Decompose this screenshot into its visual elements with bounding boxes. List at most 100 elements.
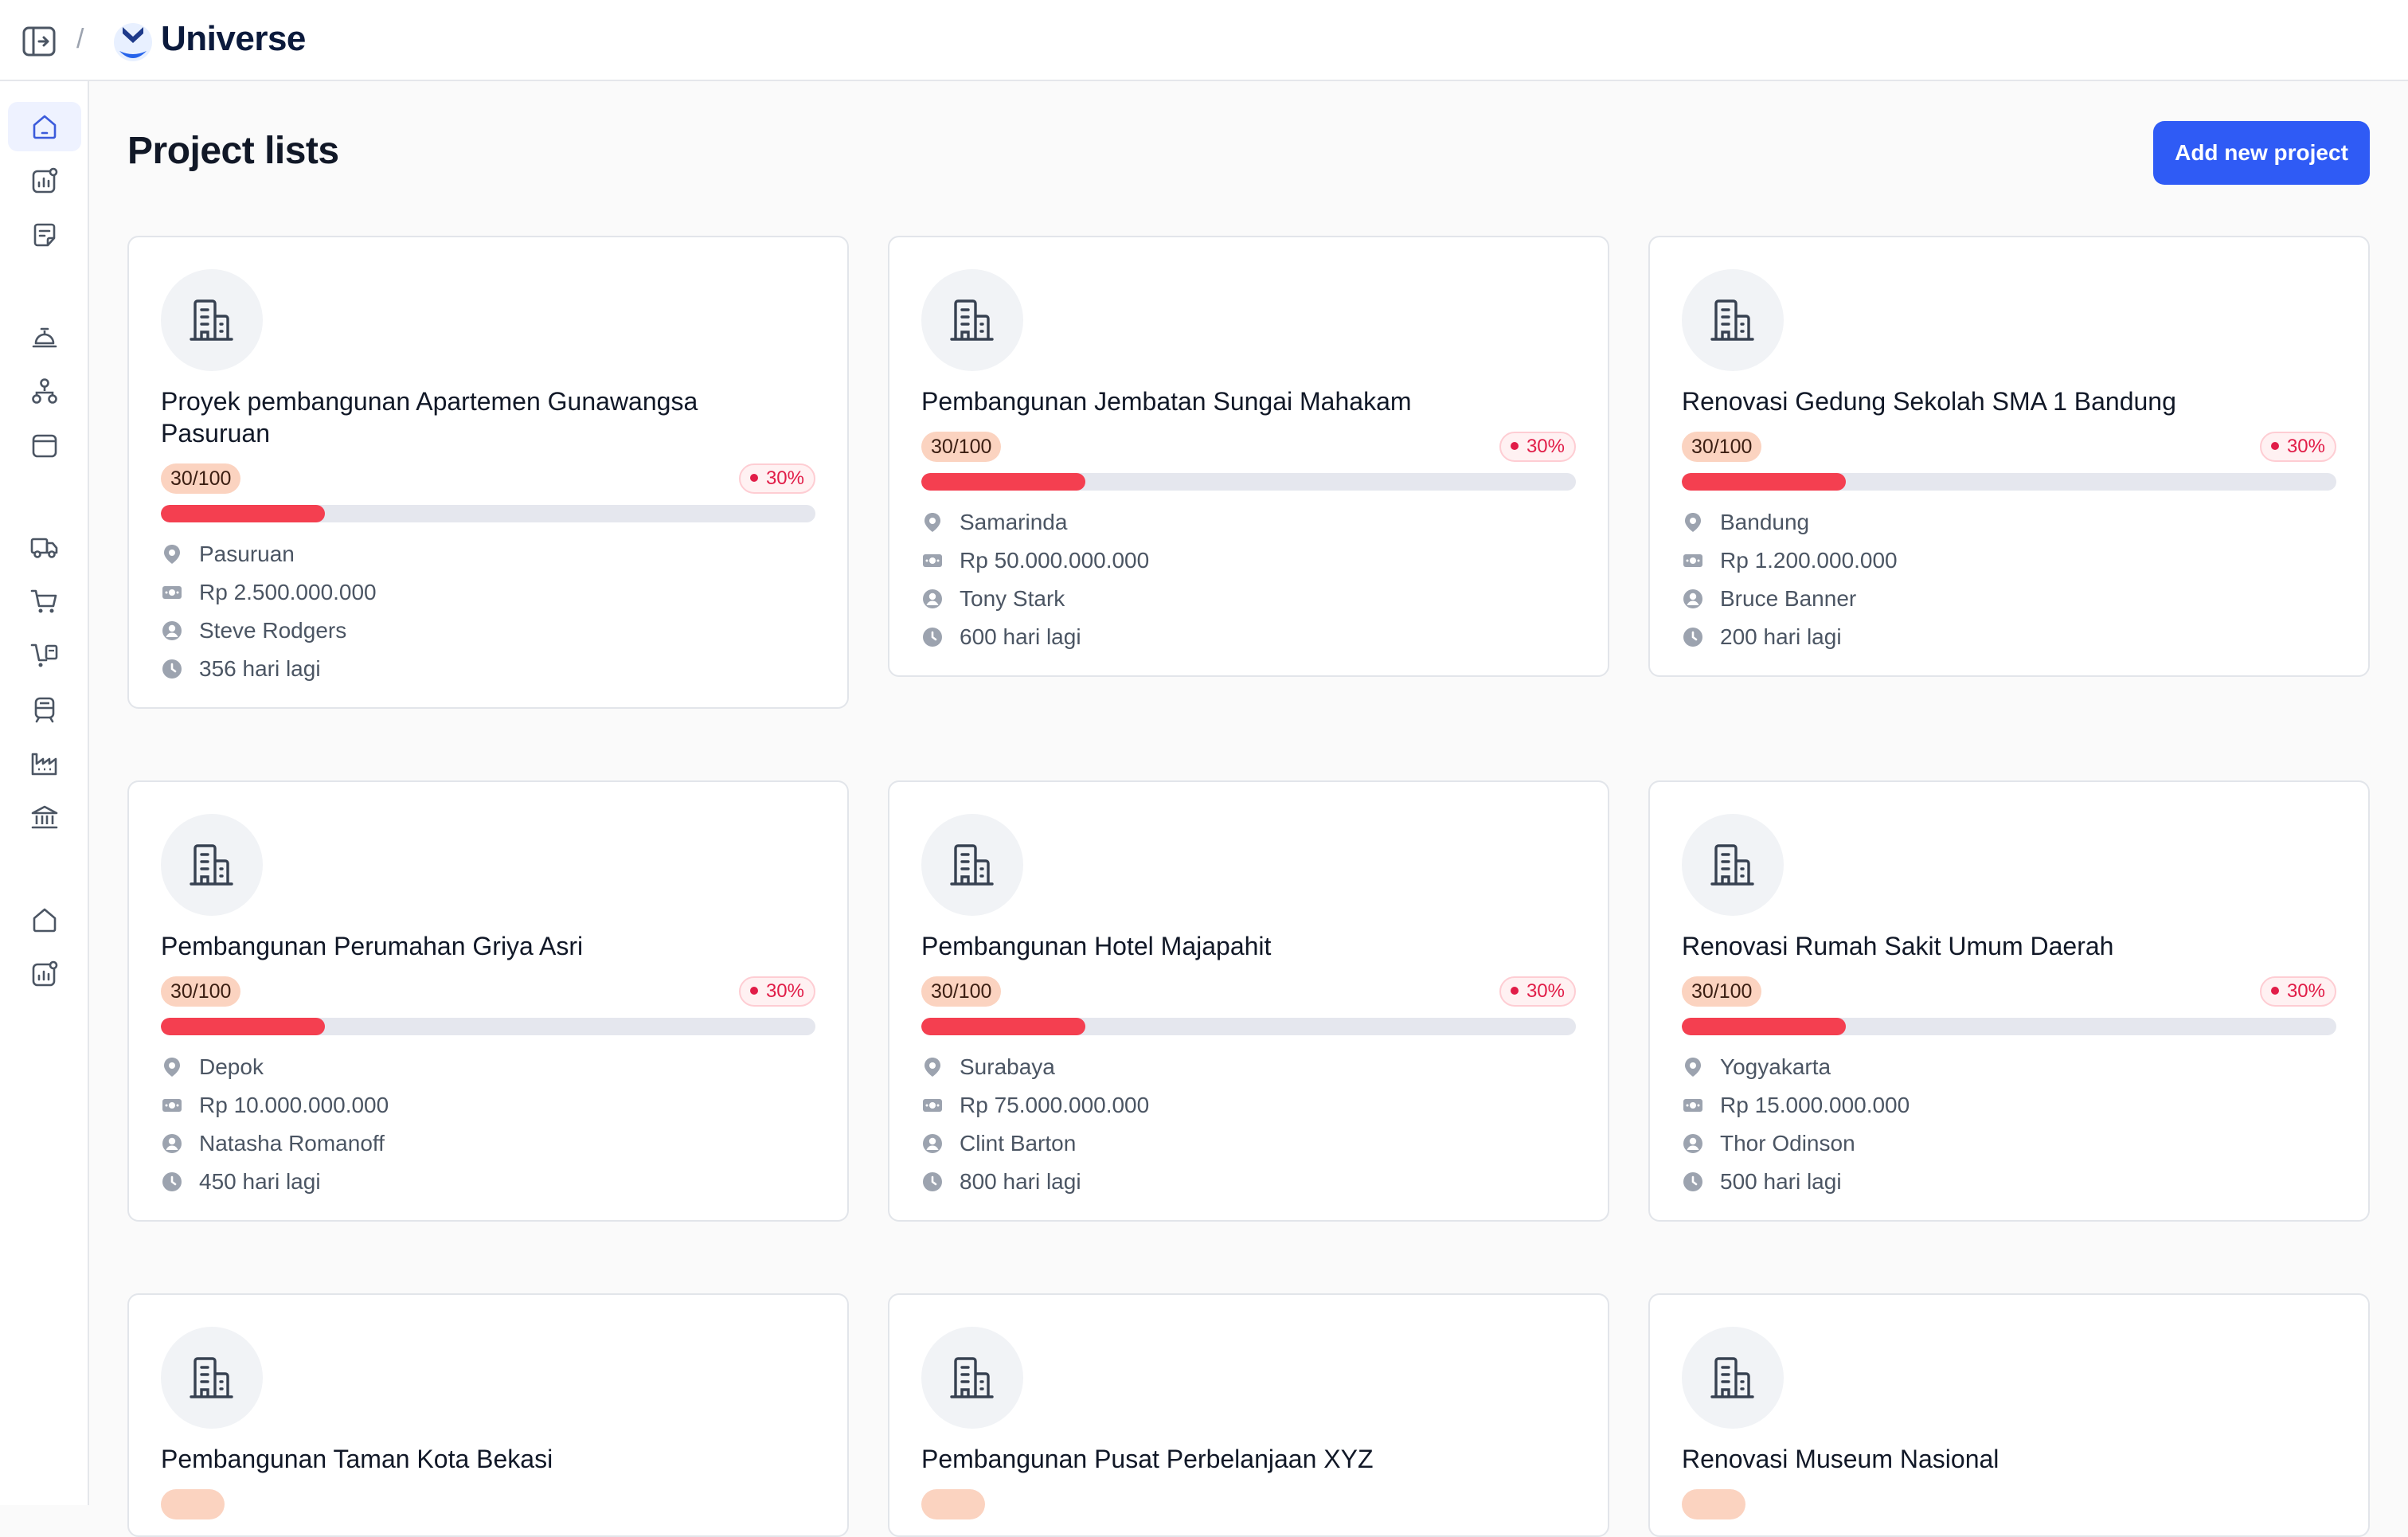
project-budget-text: Rp 10.000.000.000 — [199, 1093, 389, 1117]
project-icon-wrap — [1682, 814, 1784, 916]
project-manager: Natasha Romanoff — [161, 1129, 385, 1158]
brand-name[interactable]: Universe — [161, 19, 306, 59]
score-badge: 30/100 — [161, 976, 241, 1007]
percent-label: 30% — [2286, 436, 2325, 457]
sidebar-item-organization[interactable] — [8, 366, 81, 416]
project-budget-text: Rp 2.500.000.000 — [199, 580, 377, 604]
sidebar-item-delivery[interactable] — [8, 522, 81, 572]
percent-label: 30% — [765, 467, 804, 489]
project-title[interactable]: Proyek pembangunan Apartemen Gunawangsa … — [161, 385, 814, 449]
building-icon — [950, 844, 994, 886]
sidebar-item-notes[interactable] — [8, 210, 81, 260]
universe-logo-icon[interactable] — [111, 18, 154, 64]
sidebar-item-services[interactable] — [8, 312, 81, 362]
project-card[interactable]: Pembangunan Taman Kota Bekasi — [127, 1293, 849, 1537]
building-icon — [1710, 299, 1754, 341]
sidebar-item-home-secondary[interactable] — [8, 895, 81, 944]
project-title[interactable]: Pembangunan Taman Kota Bekasi — [161, 1443, 814, 1475]
sidebar-item-analytics-secondary[interactable] — [8, 949, 81, 999]
percent-label: 30% — [2286, 980, 2325, 1002]
score-badge — [1682, 1489, 1745, 1519]
project-manager: Tony Stark — [921, 585, 1065, 613]
project-budget-text: Rp 75.000.000.000 — [960, 1093, 1150, 1117]
project-manager-text: Tony Stark — [960, 586, 1065, 611]
percent-label: 30% — [1526, 436, 1565, 457]
location-pin-icon — [924, 1058, 940, 1077]
project-title[interactable]: Renovasi Rumah Sakit Umum Daerah — [1682, 930, 2335, 962]
project-budget: Rp 50.000.000.000 — [921, 546, 1149, 575]
project-deadline: 600 hari lagi — [921, 623, 1081, 651]
project-deadline-text: 800 hari lagi — [960, 1169, 1081, 1194]
building-icon — [950, 299, 994, 341]
clock-icon — [162, 1172, 182, 1191]
project-card[interactable]: Renovasi Museum Nasional — [1648, 1293, 2370, 1537]
project-title[interactable]: Pembangunan Hotel Majapahit — [921, 930, 1574, 962]
progress-bar — [1682, 1018, 2336, 1035]
project-icon-wrap — [1682, 269, 1784, 371]
score-badge — [161, 1489, 225, 1519]
project-title[interactable]: Pembangunan Pusat Perbelanjaan XYZ — [921, 1443, 1574, 1475]
project-title[interactable]: Renovasi Museum Nasional — [1682, 1443, 2335, 1475]
project-card[interactable]: Renovasi Rumah Sakit Umum Daerah 30/100 30… — [1648, 780, 2370, 1222]
project-card[interactable]: Pembangunan Perumahan Griya Asri 30/100 30… — [127, 780, 849, 1222]
project-manager-text: Natasha Romanoff — [199, 1131, 385, 1156]
percent-badge: 30% — [2259, 976, 2336, 1007]
progress-bar — [161, 1018, 815, 1035]
sidebar-item-orders[interactable] — [8, 631, 81, 680]
status-dot — [2270, 986, 2279, 995]
project-card[interactable]: Pembangunan Pusat Perbelanjaan XYZ — [888, 1293, 1609, 1537]
project-card[interactable]: Renovasi Gedung Sekolah SMA 1 Bandung 30/… — [1648, 236, 2370, 677]
clock-icon — [923, 1172, 942, 1191]
project-icon-wrap — [161, 269, 263, 371]
score-badge: 30/100 — [161, 463, 241, 494]
progress-fill — [1682, 1018, 1846, 1035]
shopping-cart-icon — [30, 589, 57, 613]
add-new-project-button[interactable]: Add new project — [2153, 121, 2370, 185]
project-icon-wrap — [161, 1327, 263, 1429]
project-card[interactable]: Pembangunan Jembatan Sungai Mahakam 30/10… — [888, 236, 1609, 677]
status-dot — [749, 473, 758, 482]
project-title[interactable]: Pembangunan Jembatan Sungai Mahakam — [921, 385, 1574, 417]
money-icon — [162, 586, 182, 599]
progress-fill — [921, 473, 1085, 491]
percent-badge: 30% — [1499, 976, 1576, 1007]
percent-label: 30% — [1526, 980, 1565, 1002]
sidebar-item-transport[interactable] — [8, 685, 81, 734]
sidebar-item-window[interactable] — [8, 420, 81, 470]
sidebar-toggle-icon[interactable] — [22, 26, 56, 57]
sidebar-item-analytics[interactable] — [8, 156, 81, 205]
service-bell-icon — [32, 327, 57, 348]
percent-badge: 30% — [1499, 432, 1576, 462]
project-card[interactable]: Proyek pembangunan Apartemen Gunawangsa … — [127, 236, 849, 709]
sidebar-item-home[interactable] — [8, 102, 81, 151]
note-icon — [33, 223, 56, 247]
project-deadline-text: 200 hari lagi — [1720, 624, 1842, 649]
project-icon-wrap — [1682, 1327, 1784, 1429]
bank-icon — [31, 805, 58, 829]
sidebar-item-cart[interactable] — [8, 577, 81, 626]
project-deadline: 450 hari lagi — [161, 1167, 321, 1196]
cart-invoice-icon — [30, 643, 58, 667]
project-location: Depok — [161, 1053, 264, 1081]
progress-fill — [161, 505, 325, 522]
building-icon — [1710, 844, 1754, 886]
status-dot — [1510, 441, 1519, 450]
project-card[interactable]: Pembangunan Hotel Majapahit 30/100 30% Sura… — [888, 780, 1609, 1222]
project-location-text: Pasuruan — [199, 542, 295, 566]
project-location-text: Surabaya — [960, 1054, 1055, 1079]
sidebar-item-factory[interactable] — [8, 739, 81, 788]
money-icon — [1683, 1099, 1702, 1112]
percent-label: 30% — [765, 980, 804, 1002]
location-pin-icon — [1685, 513, 1701, 532]
location-pin-icon — [164, 545, 180, 564]
factory-icon — [31, 753, 57, 776]
home-icon — [33, 115, 57, 139]
sidebar-item-bank[interactable] — [8, 793, 81, 843]
project-title[interactable]: Pembangunan Perumahan Griya Asri — [161, 930, 814, 962]
project-title[interactable]: Renovasi Gedung Sekolah SMA 1 Bandung — [1682, 385, 2335, 417]
sidebar — [0, 81, 89, 1505]
clock-icon — [1683, 628, 1702, 647]
project-location-text: Depok — [199, 1054, 264, 1079]
building-icon — [190, 299, 233, 341]
project-location: Samarinda — [921, 508, 1067, 537]
